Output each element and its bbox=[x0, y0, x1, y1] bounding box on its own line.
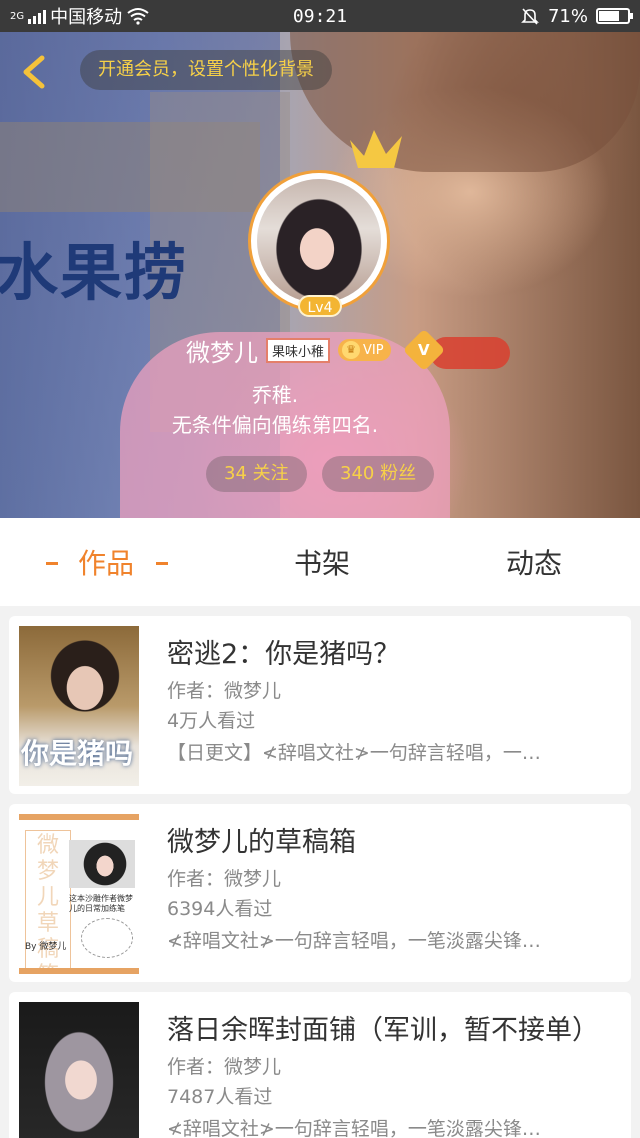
book-views: 4万人看过 bbox=[167, 710, 256, 732]
background-hair bbox=[290, 32, 640, 172]
tab-bookshelf[interactable]: 书架 bbox=[294, 542, 350, 582]
tab-works[interactable]: 作品 bbox=[78, 542, 134, 582]
tab-bar: 作品 书架 动态 bbox=[0, 518, 640, 606]
mute-bell-icon bbox=[521, 8, 539, 25]
book-description: ≮辞唱文社≯一句辞言轻唱，一笔淡露尖锋… bbox=[167, 1118, 541, 1138]
book-cover[interactable]: 你是猪吗 bbox=[19, 626, 139, 786]
vip-background-banner[interactable]: 开通会员，设置个性化背景 bbox=[80, 50, 332, 90]
book-cover[interactable] bbox=[19, 1002, 139, 1138]
works-list: 你是猪吗 密逃2：你是猪吗？ 作者：微梦儿 4万人看过 【日更文】≮辞唱文社≯一… bbox=[0, 606, 640, 1138]
book-description: ≮辞唱文社≯一句辞言轻唱，一笔淡露尖锋… bbox=[167, 930, 541, 952]
book-title[interactable]: 微梦儿的草稿箱 bbox=[167, 820, 356, 859]
following-button[interactable]: 34 关注 bbox=[206, 456, 307, 492]
status-bar: 2G 中国移动 09:21 71% bbox=[0, 0, 640, 32]
book-title[interactable]: 密逃2：你是猪吗？ bbox=[167, 632, 400, 671]
bio: 乔稚. 无条件偏向偶练第四名. bbox=[0, 380, 640, 440]
book-card[interactable]: 微梦儿草稿箱 这本沙雕作者微梦儿的日常加练笔 By 微梦儿 微梦儿的草稿箱 作者… bbox=[9, 804, 631, 982]
cover-subtitle: 这本沙雕作者微梦儿的日常加练笔 bbox=[69, 894, 133, 913]
tab-activity[interactable]: 动态 bbox=[506, 542, 562, 582]
chevron-left-icon bbox=[23, 55, 45, 89]
status-right: 71% bbox=[520, 0, 633, 32]
book-views: 6394人看过 bbox=[167, 898, 273, 920]
verified-badge[interactable]: V bbox=[402, 328, 445, 372]
tab-indicator-right bbox=[156, 562, 168, 565]
vip-badge[interactable]: ♛ VIP bbox=[338, 339, 391, 361]
profile-header: 水果捞 开通会员，设置个性化背景 Lv4 微梦儿 果味小稚 ♛ VIP V 乔稚.… bbox=[0, 32, 640, 518]
tab-indicator-left bbox=[46, 562, 58, 565]
vip-label: VIP bbox=[363, 342, 384, 358]
bio-line-1: 乔稚. bbox=[251, 383, 299, 407]
back-button[interactable] bbox=[14, 52, 54, 92]
book-title[interactable]: 落日余晖封面铺（军训，暂不接单） bbox=[167, 1008, 599, 1047]
book-author: 作者：微梦儿 bbox=[167, 1056, 282, 1078]
name-tag: 果味小稚 bbox=[266, 337, 331, 363]
level-badge: Lv4 bbox=[298, 295, 342, 317]
background-watermark: 水果捞 bbox=[0, 236, 189, 309]
book-views: 7487人看过 bbox=[167, 1086, 273, 1108]
avatar-image bbox=[257, 179, 381, 303]
cover-title: 微梦儿草稿箱 bbox=[25, 830, 71, 968]
book-card[interactable]: 你是猪吗 密逃2：你是猪吗？ 作者：微梦儿 4万人看过 【日更文】≮辞唱文社≯一… bbox=[9, 616, 631, 794]
book-author: 作者：微梦儿 bbox=[167, 868, 282, 890]
book-description: 【日更文】≮辞唱文社≯一句辞言轻唱，一… bbox=[167, 742, 541, 764]
battery-percent: 71% bbox=[547, 5, 588, 27]
cover-flower bbox=[81, 918, 133, 958]
book-cover[interactable]: 微梦儿草稿箱 这本沙雕作者微梦儿的日常加练笔 By 微梦儿 bbox=[19, 814, 139, 974]
battery-icon bbox=[596, 8, 633, 24]
book-card[interactable]: 落日余晖封面铺（军训，暂不接单） 作者：微梦儿 7487人看过 ≮辞唱文社≯一句… bbox=[9, 992, 631, 1138]
user-name: 微梦儿 bbox=[186, 338, 258, 367]
avatar[interactable] bbox=[248, 170, 390, 312]
cover-portrait bbox=[69, 840, 135, 888]
verified-label: V bbox=[417, 340, 430, 359]
bio-line-2: 无条件偏向偶练第四名. bbox=[171, 413, 379, 437]
cover-byline: By 微梦儿 bbox=[25, 942, 67, 952]
crown-icon bbox=[350, 130, 402, 168]
cover-title: 你是猪吗 bbox=[21, 737, 134, 770]
battery-fill bbox=[599, 11, 619, 21]
book-author: 作者：微梦儿 bbox=[167, 680, 282, 702]
followers-button[interactable]: 340 粉丝 bbox=[322, 456, 435, 492]
name-row: 微梦儿 果味小稚 ♛ VIP V bbox=[186, 328, 445, 372]
coin-icon: ♛ bbox=[342, 341, 361, 359]
